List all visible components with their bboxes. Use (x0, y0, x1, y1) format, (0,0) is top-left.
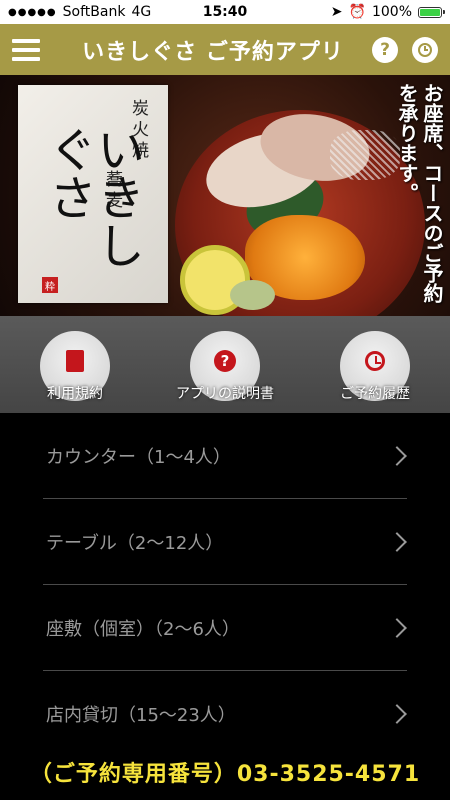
network-type: 4G (131, 4, 152, 20)
menu-icon[interactable] (12, 38, 40, 61)
menu-bar (12, 38, 40, 43)
terms-label: 利用規約 (47, 385, 103, 402)
status-left: ●●●●● SoftBank 4G (8, 4, 151, 20)
reservation-history-button[interactable]: ご予約履歴 (330, 325, 420, 405)
hero-caption: お座席、コースのご予約を承ります。 (395, 83, 444, 303)
history-clock-icon[interactable] (412, 36, 438, 63)
status-bar: ●●●●● SoftBank 4G 15:40 ➤ ⏰ 100% (0, 0, 450, 24)
logo-seal: 粋 (42, 277, 58, 293)
terms-button[interactable]: 利用規約 (30, 325, 120, 405)
wasabi-image (230, 280, 275, 310)
menu-bar (12, 56, 40, 61)
status-right: ➤ ⏰ 100% (330, 4, 445, 20)
option-label: 店内貸切（15〜23人） (46, 705, 236, 726)
chevron-right-icon (390, 701, 408, 727)
help-icon: ? (213, 349, 237, 373)
option-label: 座敷（個室）（2〜6人） (46, 619, 240, 640)
option-table[interactable]: テーブル（2〜12人） (0, 499, 450, 585)
chevron-right-icon (390, 529, 408, 555)
reservation-option-list: カウンター（1〜4人） テーブル（2〜12人） 座敷（個室）（2〜6人） 店内貸… (0, 413, 450, 757)
logo-name: いきしぐさ (40, 125, 144, 269)
hero-banner: 炭火焼 蕎麦 いきしぐさ 粋 お座席、コースのご予約を承ります。 (0, 75, 450, 316)
app-guide-label: アプリの説明書 (176, 385, 274, 402)
location-icon: ➤ (330, 4, 343, 20)
book-icon (63, 349, 87, 373)
battery-percent: 100% (371, 4, 412, 20)
option-label: カウンター（1〜4人） (46, 447, 231, 468)
header-icons: ? (372, 36, 438, 63)
option-counter[interactable]: カウンター（1〜4人） (0, 413, 450, 499)
help-icon[interactable]: ? (372, 36, 398, 63)
app-guide-button[interactable]: ? アプリの説明書 (176, 325, 274, 405)
quick-action-bar: 利用規約 ? アプリの説明書 ご予約履歴 (0, 316, 450, 413)
option-full-rental[interactable]: 店内貸切（15〜23人） (0, 671, 450, 757)
reservation-phone-number[interactable]: （ご予約専用番号）03-3525-4571 (0, 756, 450, 788)
battery-fill (420, 8, 440, 16)
option-label: テーブル（2〜12人） (46, 533, 224, 554)
alarm-icon: ⏰ (348, 4, 366, 20)
chevron-right-icon (390, 615, 408, 641)
app-header: いきしぐさ ご予約アプリ ? (0, 24, 450, 75)
battery-icon (418, 6, 445, 18)
option-private-room[interactable]: 座敷（個室）（2〜6人） (0, 585, 450, 671)
carrier-name: SoftBank (62, 4, 126, 20)
app-title: いきしぐさ ご予約アプリ (82, 39, 344, 65)
restaurant-logo: 炭火焼 蕎麦 いきしぐさ 粋 (18, 85, 168, 303)
chevron-right-icon (390, 443, 408, 469)
radish-garnish-image (330, 130, 400, 180)
reservation-history-label: ご予約履歴 (340, 385, 410, 402)
signal-icon: ●●●●● (8, 6, 57, 18)
clock-icon (363, 349, 387, 373)
menu-bar (12, 47, 40, 52)
